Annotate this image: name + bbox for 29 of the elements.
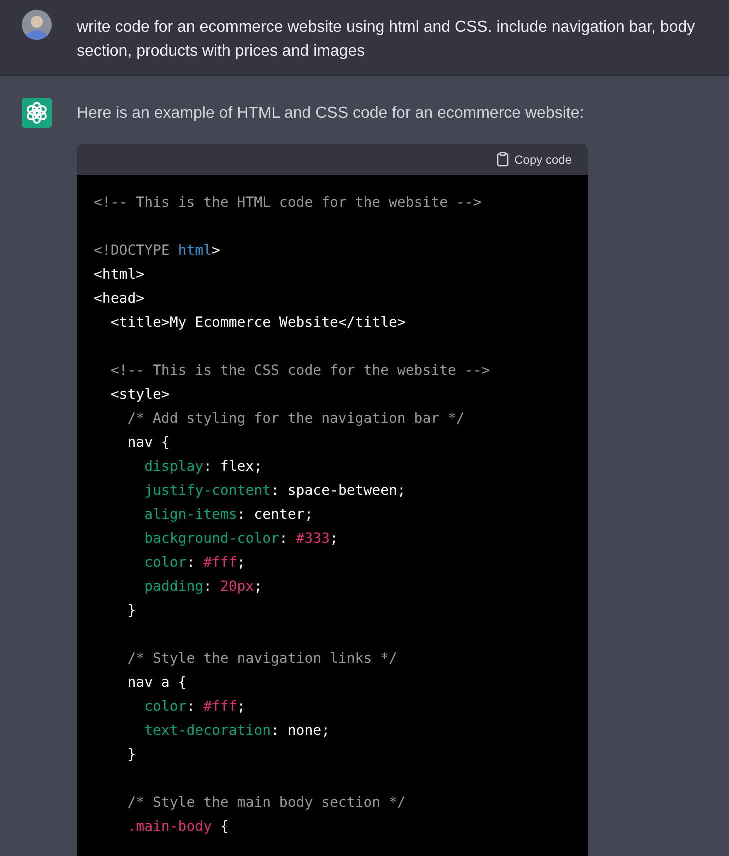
code-line: color: #fff; bbox=[144, 555, 246, 571]
code-line: /* Style the navigation links */ bbox=[126, 651, 398, 667]
code-line: justify-content: space-between; bbox=[144, 483, 406, 499]
code-line: <title>My Ecommerce Website</title> bbox=[110, 315, 406, 331]
code-line: padding: 20px; bbox=[144, 579, 263, 595]
code-line: background-color: #333; bbox=[144, 531, 338, 547]
code-line: .main-body { bbox=[126, 819, 229, 835]
code-line: <!-- This is the CSS code for the website --> bbox=[110, 363, 490, 379]
code-line: <!-- This is the HTML code for the website --> bbox=[94, 195, 482, 211]
assistant-logo-icon bbox=[22, 98, 52, 128]
code-line: } bbox=[126, 603, 136, 619]
code-line: nav { bbox=[126, 435, 170, 451]
code-line: /* Add styling for the navigation bar */ bbox=[126, 411, 465, 427]
code-line: /* Style the main body section */ bbox=[126, 795, 406, 811]
code-line: <head> bbox=[94, 291, 145, 307]
code-line: nav a { bbox=[126, 675, 187, 691]
code-line: } bbox=[126, 747, 136, 763]
code-line: color: #fff; bbox=[144, 699, 246, 715]
clipboard-icon bbox=[496, 152, 509, 167]
user-avatar bbox=[22, 10, 52, 40]
user-message: write code for an ecommerce website using html and CSS. include navigation bar, body section, products with prices and images bbox=[77, 18, 696, 62]
copy-code-button[interactable]: Copy code bbox=[496, 152, 572, 167]
code-line: text-decoration: none; bbox=[144, 723, 330, 739]
code-line: <!DOCTYPE html> bbox=[94, 243, 220, 259]
code-line: <html> bbox=[94, 267, 145, 283]
code-line: <style> bbox=[110, 387, 170, 403]
assistant-message: Here is an example of HTML and CSS code for an ecommerce website: bbox=[77, 104, 586, 124]
code-line: display: flex; bbox=[144, 459, 263, 475]
code-line: align-items: center; bbox=[144, 507, 314, 523]
